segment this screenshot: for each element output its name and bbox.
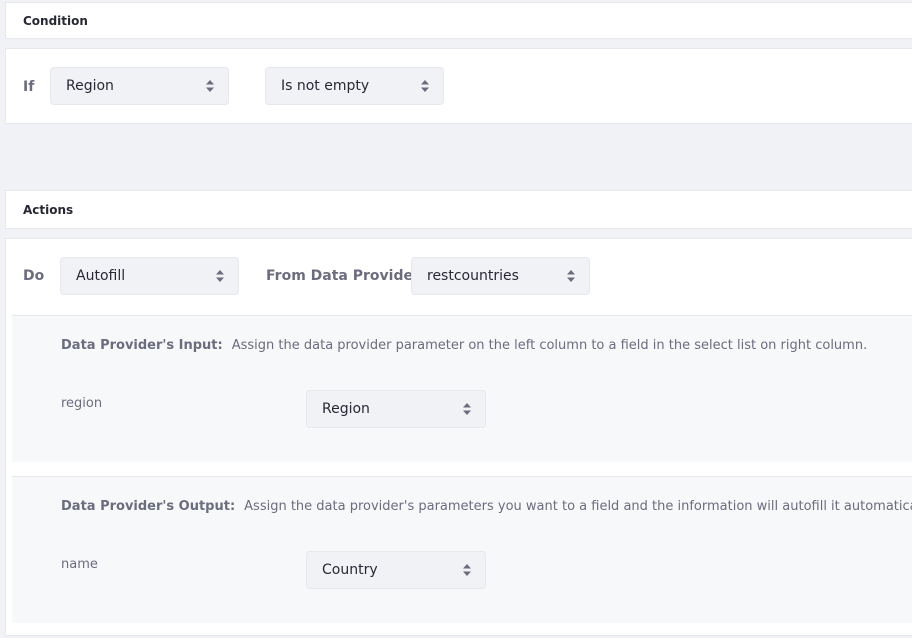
chevron-updown-icon [567, 270, 575, 282]
data-provider-label: From Data Provider [266, 268, 420, 284]
condition-operator-select[interactable]: Is not empty [265, 67, 444, 105]
output-param-name: name [61, 557, 98, 572]
do-label: Do [23, 268, 45, 284]
chevron-updown-icon [206, 80, 214, 92]
data-provider-value: restcountries [427, 268, 519, 284]
condition-header: Condition [5, 2, 912, 39]
chevron-updown-icon [216, 270, 224, 282]
output-field-value: Country [322, 562, 378, 578]
data-provider-output-section: Data Provider's Output: Assign the data p… [12, 476, 912, 623]
actions-header-label: Actions [23, 202, 74, 217]
input-field-select[interactable]: Region [306, 390, 486, 428]
data-provider-input-section: Data Provider's Input: Assign the data pr… [12, 315, 912, 462]
data-provider-select[interactable]: restcountries [411, 257, 590, 295]
condition-header-label: Condition [23, 13, 88, 28]
input-title: Data Provider's Input: [61, 338, 223, 353]
condition-operator-value: Is not empty [281, 78, 370, 94]
chevron-updown-icon [463, 403, 471, 415]
input-description-text: Assign the data provider parameter on th… [231, 338, 868, 353]
output-field-select[interactable]: Country [306, 551, 486, 589]
actions-header: Actions [5, 190, 912, 229]
condition-panel: If Region Is not empty [5, 48, 912, 124]
output-description-text: Assign the data provider's parameters yo… [244, 499, 912, 514]
input-description: Data Provider's Input: Assign the data pr… [61, 338, 867, 353]
chevron-updown-icon [463, 564, 471, 576]
output-description: Data Provider's Output: Assign the data p… [61, 499, 912, 514]
input-field-value: Region [322, 401, 370, 417]
condition-field-value: Region [66, 78, 114, 94]
action-select-value: Autofill [76, 268, 126, 284]
action-select[interactable]: Autofill [60, 257, 239, 295]
input-param-name: region [61, 396, 103, 411]
condition-field-select[interactable]: Region [50, 67, 229, 105]
chevron-updown-icon [421, 80, 429, 92]
output-title: Data Provider's Output: [61, 499, 236, 514]
if-label: If [23, 79, 35, 95]
